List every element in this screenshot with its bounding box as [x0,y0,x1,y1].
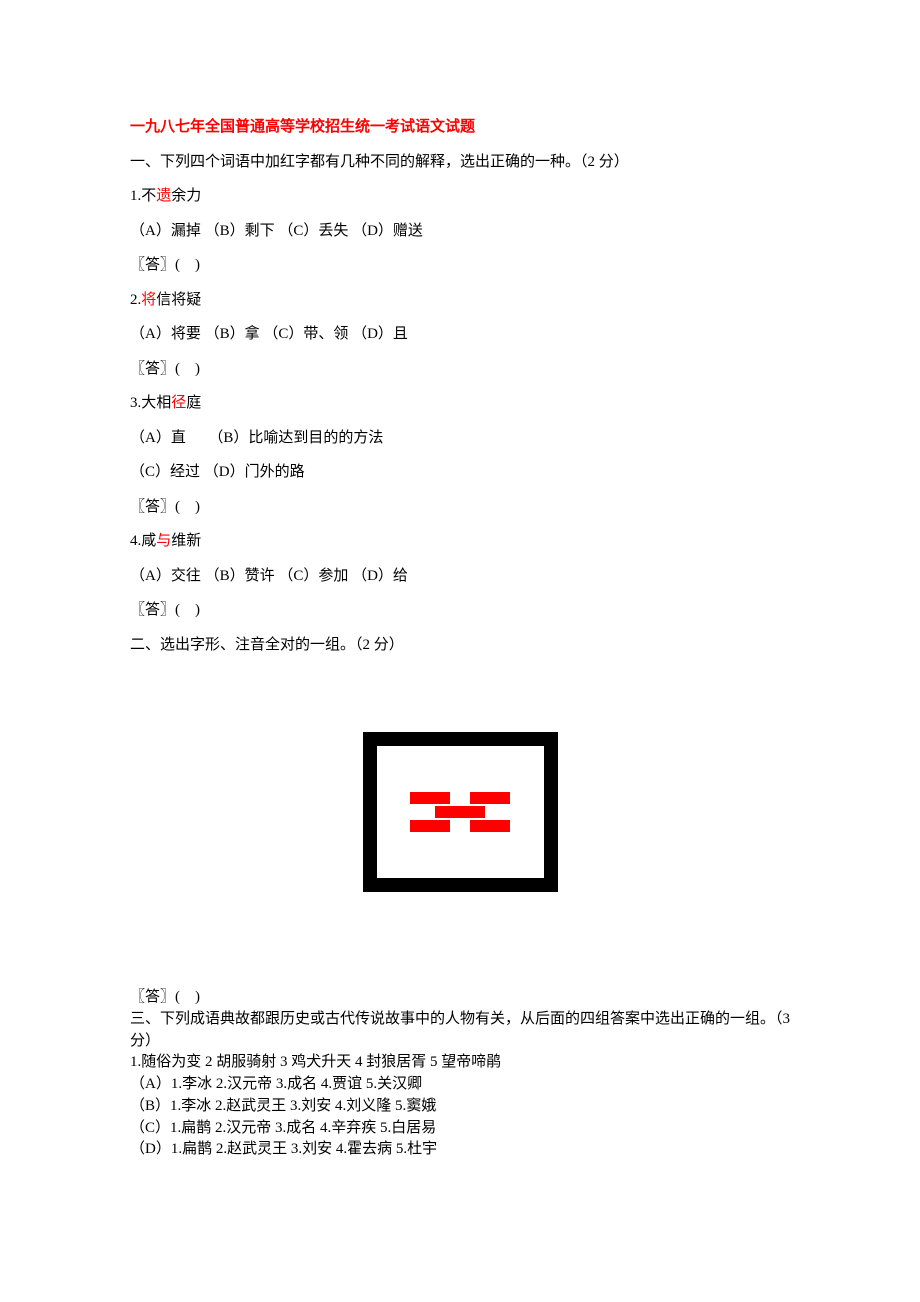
section3-optC: （C）1.扁鹊 2.汉元帝 3.成名 4.辛弃疾 5.白居易 [130,1118,790,1140]
section3-intro: 三、下列成语典故都跟历史或古代传说故事中的人物有关，从后面的四组答案中选出正确的… [130,1009,790,1053]
section2-intro: 二、选出字形、注音全对的一组。（2 分） [130,628,790,663]
q2-options: （A）将要 （B）拿 （C）带、领 （D）且 [130,317,790,352]
section3-items: 1.随俗为变 2 胡服骑射 3 鸡犬升天 4 封狼居胥 5 望帝啼鹃 [130,1052,790,1074]
q1-options: （A）漏掉 （B）剩下 （C）丢失 （D）赠送 [130,214,790,249]
section3-optB: （B）1.李冰 2.赵武灵王 3.刘安 4.刘义隆 5.窦娥 [130,1096,790,1118]
q1-answer: 〖答〗( ) [130,248,790,283]
q1-stem: 1.不遗余力 [130,179,790,214]
q2-answer: 〖答〗( ) [130,352,790,387]
q3-answer: 〖答〗( ) [130,490,790,525]
q3-options-line2: （C）经过 （D）门外的路 [130,455,790,490]
highlight-char: 遗 [156,188,171,204]
q4-options: （A）交往 （B）赞许 （C）参加 （D）给 [130,559,790,594]
highlight-char: 径 [171,395,186,411]
q2-stem: 2.将信将疑 [130,283,790,318]
q3-stem: 3.大相径庭 [130,386,790,421]
highlight-char: 与 [156,533,171,549]
exam-title: 一九八七年全国普通高等学校招生统一考试语文试题 [130,110,790,145]
broken-image-icon [363,732,558,892]
q3-options-line1: （A）直 （B）比喻达到目的的方法 [130,421,790,456]
section3-optA: （A）1.李冰 2.汉元帝 3.成名 4.贾谊 5.关汉卿 [130,1074,790,1096]
q4-answer: 〖答〗( ) [130,593,790,628]
q4-stem: 4.咸与维新 [130,524,790,559]
section2-answer: 〖答〗( ) [130,987,790,1009]
highlight-char: 将 [141,292,156,308]
section1-intro: 一、下列四个词语中加红字都有几种不同的解释，选出正确的一种。（2 分） [130,145,790,180]
section3-optD: （D）1.扁鹊 2.赵武灵王 3.刘安 4.霍去病 5.杜宇 [130,1139,790,1161]
